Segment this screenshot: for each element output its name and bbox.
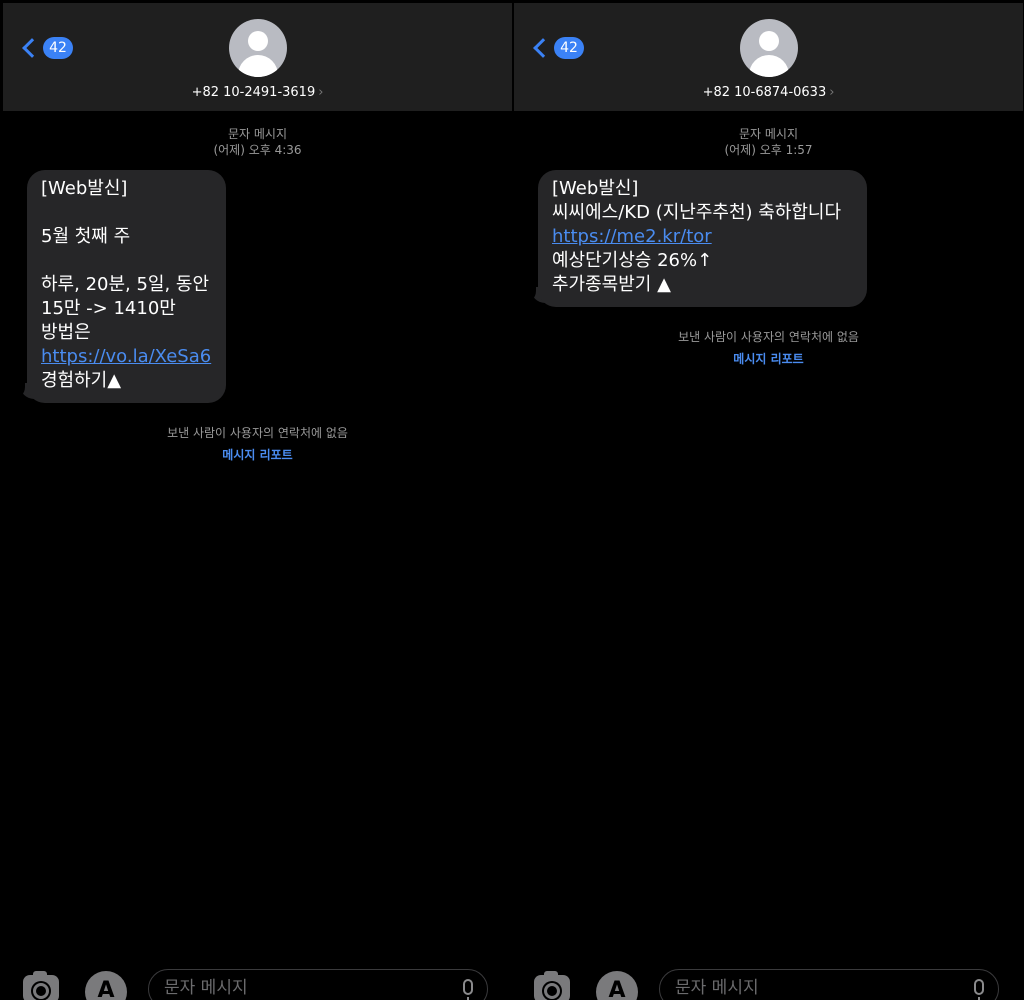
message-line: 경험하기▲ <box>41 370 122 391</box>
camera-lens <box>544 983 560 999</box>
message-line: 예상단기상승 26%↑ <box>552 250 713 271</box>
back-button[interactable]: 42 <box>530 37 584 59</box>
contact-number-text: +82 10-6874-0633 <box>702 85 827 100</box>
message-input[interactable]: 문자 메시지 <box>659 969 999 1000</box>
app-store-icon[interactable]: A <box>85 971 127 1000</box>
person-icon-body <box>748 55 789 77</box>
message-type-label: 문자 메시지 <box>227 127 287 141</box>
chevron-left-icon <box>533 38 553 58</box>
conversation-panel-left: 42 +82 10-2491-3619 › 문자 메시지 (어제) 오후 4:36… <box>3 0 512 1000</box>
message-bubble[interactable]: [Web발신] 5월 첫째 주 하루, 20분, 5일, 동안 15만 -> 1… <box>27 170 226 403</box>
message-line: 15만 -> 1410만 <box>41 298 176 319</box>
message-input-placeholder: 문자 메시지 <box>164 978 248 998</box>
message-input[interactable]: 문자 메시지 <box>148 969 488 1000</box>
unknown-sender-notice: 보낸 사람이 사용자의 연락처에 없음 <box>167 426 348 440</box>
report-message-link[interactable]: 메시지 리포트 <box>3 446 512 463</box>
microphone-icon[interactable] <box>463 979 473 1000</box>
message-input-placeholder: 문자 메시지 <box>675 978 759 998</box>
message-line: 씨씨에스/KD (지난주추천) 축하합니다 <box>552 202 842 223</box>
contact-number-text: +82 10-2491-3619 <box>191 85 316 100</box>
message-bubble[interactable]: [Web발신] 씨씨에스/KD (지난주추천) 축하합니다 https://me… <box>538 170 867 307</box>
chevron-right-icon: › <box>829 85 835 100</box>
chevron-right-icon: › <box>318 85 324 100</box>
message-line: 추가종목받기 ▲ <box>552 274 671 295</box>
person-icon-body <box>237 55 278 77</box>
bubble-tail-mask <box>13 381 25 399</box>
unknown-sender-notice: 보낸 사람이 사용자의 연락처에 없음 <box>678 330 859 344</box>
unread-count-badge: 42 <box>554 37 584 59</box>
person-icon <box>247 31 268 51</box>
message-meta: 문자 메시지 (어제) 오후 4:36 <box>3 126 512 158</box>
camera-icon[interactable] <box>23 971 59 1000</box>
conversation-panel-right: 42 +82 10-6874-0633 › 문자 메시지 (어제) 오후 1:57… <box>514 0 1023 1000</box>
conversation-header: 42 +82 10-2491-3619 › <box>3 3 512 111</box>
message-link[interactable]: https://me2.kr/tor <box>552 226 712 247</box>
contact-number[interactable]: +82 10-6874-0633 › <box>514 85 1023 100</box>
back-button[interactable]: 42 <box>19 37 73 59</box>
message-line: [Web발신] <box>552 178 639 199</box>
compose-bar: A 문자 메시지 <box>514 967 1023 1000</box>
compose-bar: A 문자 메시지 <box>3 967 512 1000</box>
bubble-tail-mask <box>524 285 536 303</box>
chevron-left-icon <box>22 38 42 58</box>
message-meta: 문자 메시지 (어제) 오후 1:57 <box>514 126 1023 158</box>
conversation-header: 42 +82 10-6874-0633 › <box>514 3 1023 111</box>
unread-count-badge: 42 <box>43 37 73 59</box>
contact-avatar[interactable] <box>228 19 287 77</box>
contact-avatar[interactable] <box>739 19 798 77</box>
message-timestamp: (어제) 오후 1:57 <box>724 143 813 157</box>
report-message-link[interactable]: 메시지 리포트 <box>514 350 1023 367</box>
message-line: 하루, 20분, 5일, 동안 <box>41 274 210 295</box>
camera-lens <box>33 983 49 999</box>
camera-icon[interactable] <box>534 971 570 1000</box>
person-icon <box>758 31 779 51</box>
microphone-icon[interactable] <box>974 979 984 1000</box>
message-line: [Web발신] <box>41 178 128 199</box>
message-line: 5월 첫째 주 <box>41 226 131 247</box>
contact-number[interactable]: +82 10-2491-3619 › <box>3 85 512 100</box>
message-link[interactable]: https://vo.la/XeSa6 <box>41 346 211 367</box>
message-type-label: 문자 메시지 <box>738 127 798 141</box>
message-line: 방법은 <box>41 322 91 343</box>
app-store-icon[interactable]: A <box>596 971 638 1000</box>
message-timestamp: (어제) 오후 4:36 <box>213 143 302 157</box>
